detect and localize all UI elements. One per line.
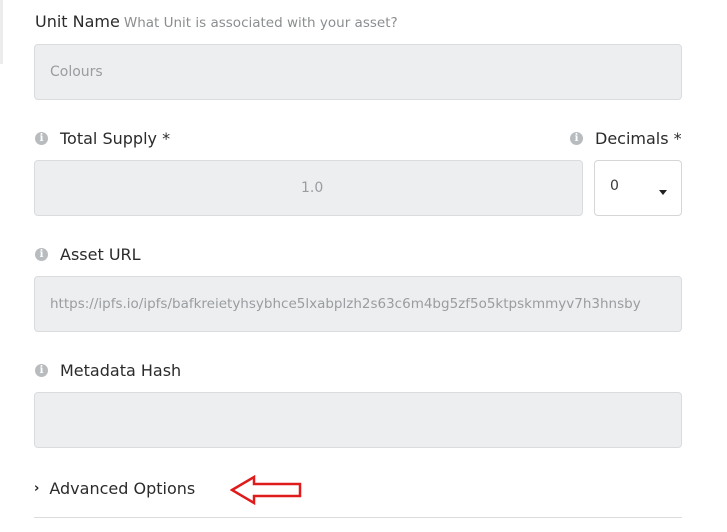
asset-url-label: Asset URL <box>60 245 141 264</box>
unit-name-label-text: Unit Name <box>35 12 120 31</box>
metadata-hash-info-icon[interactable]: i <box>35 364 48 377</box>
decimals-value: 0 <box>610 178 619 194</box>
unit-name-label: Unit Name What Unit is associated with yo… <box>35 12 398 31</box>
metadata-hash-input[interactable] <box>34 392 682 448</box>
metadata-hash-label: Metadata Hash <box>60 361 182 380</box>
asset-url-input[interactable]: https://ipfs.io/ipfs/bafkreietyhsybhce5l… <box>34 276 682 332</box>
advanced-options-toggle[interactable]: › Advanced Options <box>34 476 195 500</box>
asset-url-info-icon[interactable]: i <box>35 248 48 261</box>
unit-name-input[interactable]: Colours <box>34 44 682 100</box>
advanced-options-label: Advanced Options <box>49 478 196 498</box>
total-supply-input[interactable]: 1.0 <box>34 160 583 216</box>
unit-name-hint: What Unit is associated with your asset? <box>123 15 398 31</box>
total-supply-label: Total Supply * <box>60 129 171 148</box>
chevron-right-icon: › <box>34 480 40 496</box>
chevron-down-icon <box>659 190 667 195</box>
decimals-info-icon[interactable]: i <box>570 132 583 145</box>
annotation-arrow-icon <box>230 474 302 506</box>
panel-edge <box>0 0 3 64</box>
unit-name-value: Colours <box>50 64 103 80</box>
asset-url-value: https://ipfs.io/ipfs/bafkreietyhsybhce5l… <box>50 296 641 312</box>
total-supply-info-icon[interactable]: i <box>35 132 48 145</box>
decimals-label: Decimals * <box>595 129 682 148</box>
section-divider <box>34 517 682 518</box>
total-supply-value: 1.0 <box>301 180 324 196</box>
decimals-select[interactable]: 0 <box>594 160 682 216</box>
asset-form: Unit Name What Unit is associated with yo… <box>0 0 727 532</box>
